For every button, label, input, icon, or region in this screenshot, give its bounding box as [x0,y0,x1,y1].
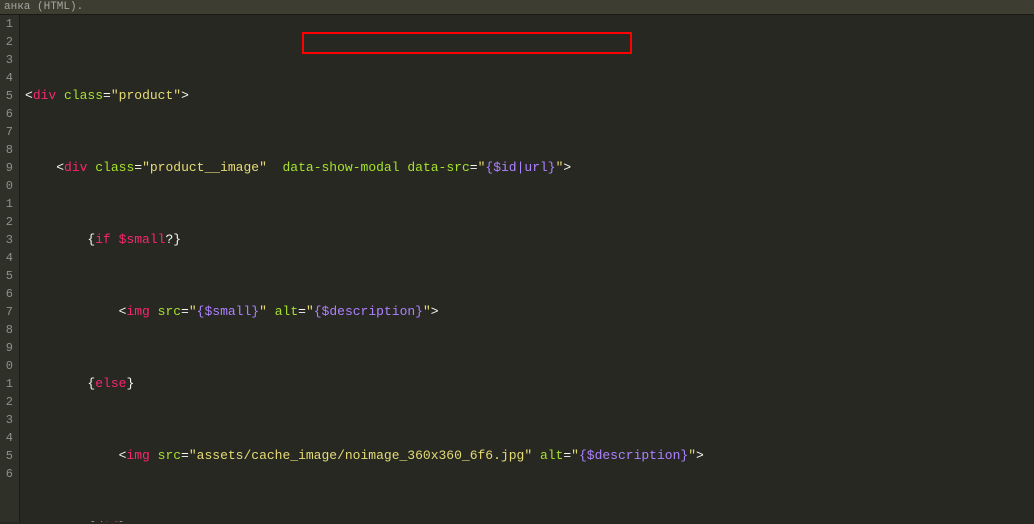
editor-tab-header: анка (HTML). [0,0,1034,14]
code-editor: 1 2 3 4 5 6 7 8 9 0 1 2 3 4 5 6 7 8 9 0 … [0,14,1034,522]
code-area[interactable]: <div class="product"> <div class="produc… [20,15,1034,522]
code-line: {else} [25,375,1034,393]
line-number: 2 [0,33,13,51]
line-number: 2 [0,213,13,231]
line-number: 3 [0,411,13,429]
line-number: 5 [0,267,13,285]
line-number: 5 [0,447,13,465]
line-number: 7 [0,303,13,321]
highlight-annotation [302,32,632,54]
line-number: 1 [0,15,13,33]
line-number: 8 [0,141,13,159]
line-number: 6 [0,285,13,303]
line-number: 4 [0,69,13,87]
code-line: <img src="assets/cache_image/noimage_360… [25,447,1034,465]
line-number: 4 [0,429,13,447]
code-line: <div class="product"> [25,87,1034,105]
line-number: 3 [0,231,13,249]
line-number: 4 [0,249,13,267]
line-number: 1 [0,375,13,393]
line-number: 9 [0,159,13,177]
code-line: <img src="{$small}" alt="{$description}"… [25,303,1034,321]
code-line: {/if} [25,519,1034,522]
line-number: 1 [0,195,13,213]
line-number-gutter: 1 2 3 4 5 6 7 8 9 0 1 2 3 4 5 6 7 8 9 0 … [0,15,20,522]
line-number: 5 [0,87,13,105]
code-line: <div class="product__image" data-show-mo… [25,159,1034,177]
line-number: 0 [0,357,13,375]
line-number: 9 [0,339,13,357]
line-number: 0 [0,177,13,195]
line-number: 8 [0,321,13,339]
line-number: 7 [0,123,13,141]
line-number: 6 [0,465,13,483]
line-number: 3 [0,51,13,69]
line-number: 6 [0,105,13,123]
code-line: {if $small?} [25,231,1034,249]
line-number: 2 [0,393,13,411]
